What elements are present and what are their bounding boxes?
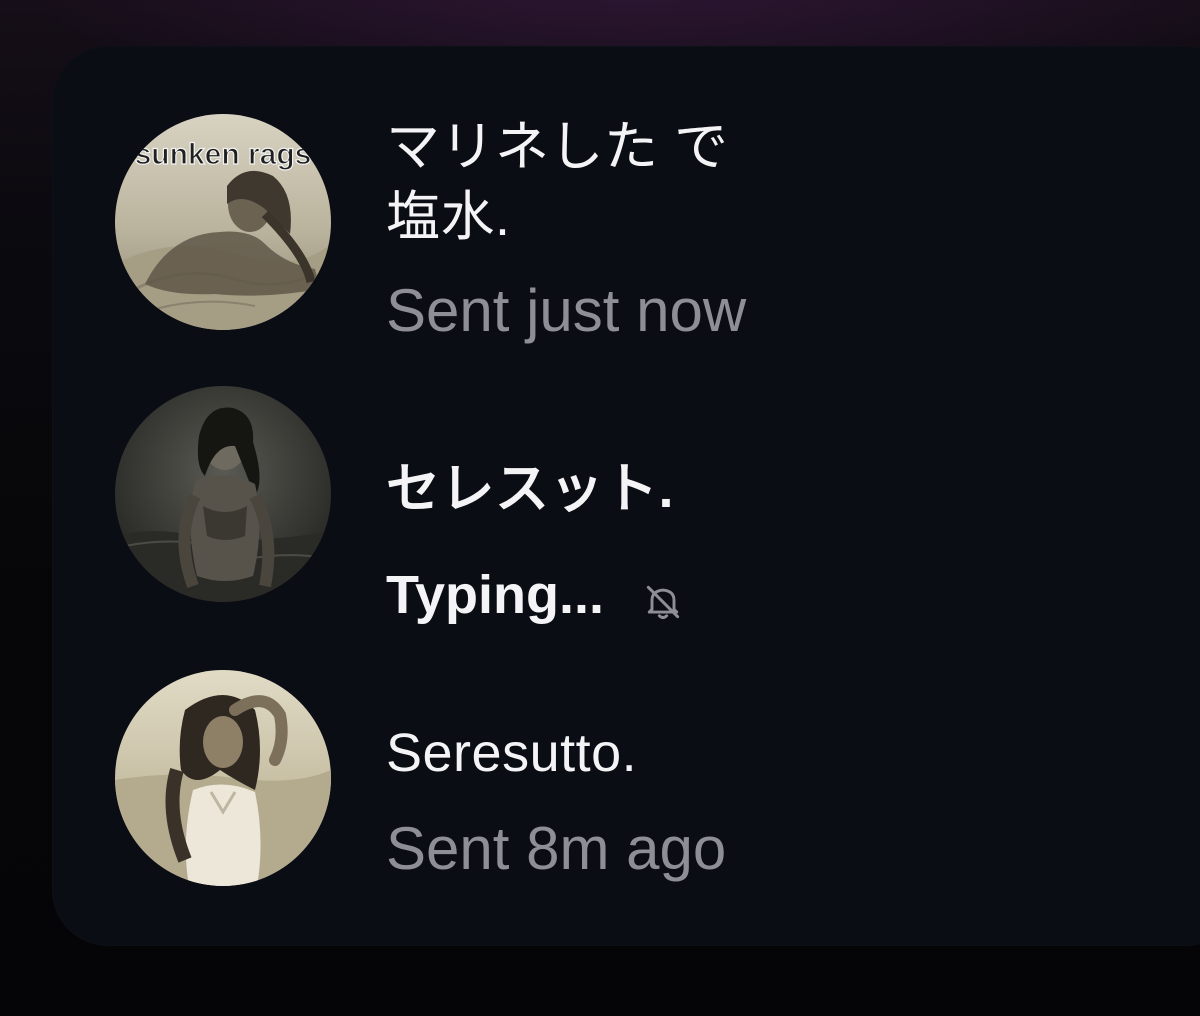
svg-text:sunken rags: sunken rags bbox=[135, 138, 312, 171]
conversation-name: セレスット. bbox=[386, 454, 674, 524]
conversation-name: Seresutto. bbox=[386, 718, 637, 788]
message-status: Sent just now bbox=[386, 277, 747, 344]
name-line: 塩水. bbox=[386, 187, 511, 247]
bell-slash-icon bbox=[641, 571, 685, 619]
name-line: マリネした で bbox=[386, 117, 729, 177]
avatar[interactable] bbox=[115, 386, 331, 602]
avatar[interactable]: sunken rags bbox=[115, 114, 331, 330]
conversation-name: マリネした で 塩水. bbox=[386, 112, 729, 252]
avatar-logo-text: sunken rags bbox=[134, 137, 312, 171]
avatar[interactable] bbox=[115, 670, 331, 886]
conversation-row[interactable]: セレスット. Typing... bbox=[52, 376, 1200, 656]
avatar-photo bbox=[115, 386, 331, 602]
typing-label: Typing... bbox=[386, 565, 604, 625]
conversation-row[interactable]: Seresutto. Sent 8m ago bbox=[52, 656, 1200, 946]
conversation-row[interactable]: sunken rags マリネした で 塩水. Sent just now bbox=[52, 46, 1200, 376]
name-line: Seresutto. bbox=[386, 723, 638, 783]
avatar-photo bbox=[115, 670, 331, 886]
conversation-list: sunken rags マリネした で 塩水. Sent just now セレ… bbox=[52, 46, 1200, 946]
name-line: セレスット. bbox=[386, 459, 675, 519]
typing-status: Typing... bbox=[386, 560, 685, 630]
avatar-photo: sunken rags bbox=[115, 114, 331, 330]
message-status: Sent 8m ago bbox=[386, 815, 727, 882]
